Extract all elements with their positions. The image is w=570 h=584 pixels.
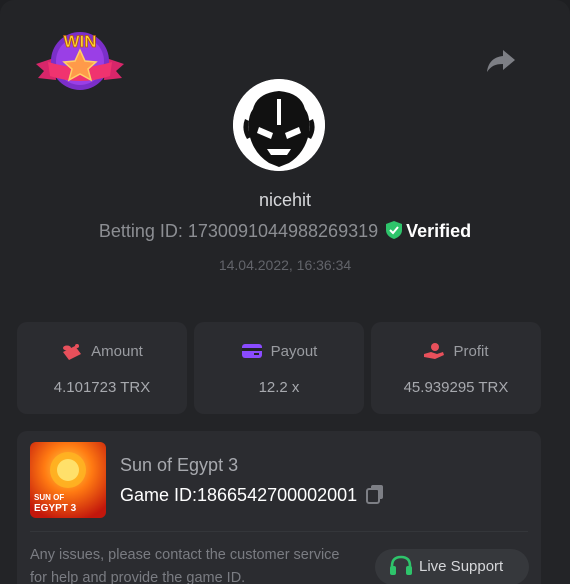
thumb-title-line-2: EGYPT 3 <box>34 503 77 514</box>
live-support-button[interactable]: Live Support <box>375 549 529 584</box>
share-icon[interactable] <box>486 48 516 74</box>
win-badge-text: WIN <box>63 32 96 51</box>
card-icon <box>241 344 262 358</box>
verified-shield-icon <box>386 221 403 239</box>
stat-payout: Payout 12.2 x <box>194 322 364 414</box>
game-id: Game ID:1866542700002001 <box>120 485 358 505</box>
game-name: Sun of Egypt 3 <box>120 455 239 475</box>
verified-label: Verified <box>406 221 472 241</box>
betting-id: Betting ID: 1730091044988269319 <box>98 221 379 241</box>
stat-amount-value: 4.101723 TRX <box>53 379 151 396</box>
divider <box>30 531 528 532</box>
username: nicehit <box>258 190 312 210</box>
thumb-title-line-1: SUN OF <box>34 493 64 502</box>
headset-icon <box>390 555 412 575</box>
hand-coin-icon <box>424 343 445 359</box>
betting-id-row: Betting ID: 1730091044988269319 Verified <box>0 221 570 242</box>
stat-payout-label: Payout <box>270 343 318 360</box>
stat-profit: Profit 45.939295 TRX <box>371 322 541 414</box>
live-support-label: Live Support <box>419 558 504 575</box>
game-card: SUN OF EGYPT 3 Sun of Egypt 3 Game ID:18… <box>17 431 541 584</box>
stat-profit-label: Profit <box>453 343 489 360</box>
win-badge-icon: WIN <box>34 28 126 94</box>
copy-icon[interactable] <box>365 484 385 504</box>
stat-profit-value: 45.939295 TRX <box>403 379 509 396</box>
game-id-row: Game ID:1866542700002001 <box>120 484 385 506</box>
stat-amount: Amount 4.101723 TRX <box>17 322 187 414</box>
stat-payout-value: 12.2 x <box>258 379 300 396</box>
game-thumbnail[interactable]: SUN OF EGYPT 3 <box>30 442 106 518</box>
avatar <box>233 79 325 171</box>
bet-detail-panel: WIN nicehit Betting ID: 1730091044988269… <box>0 0 570 584</box>
bet-timestamp: 14.04.2022, 16:36:34 <box>218 257 352 273</box>
stat-amount-label: Amount <box>91 343 143 360</box>
support-note: Any issues, please contact the customer … <box>30 547 340 584</box>
coin-stack-icon <box>63 344 82 360</box>
